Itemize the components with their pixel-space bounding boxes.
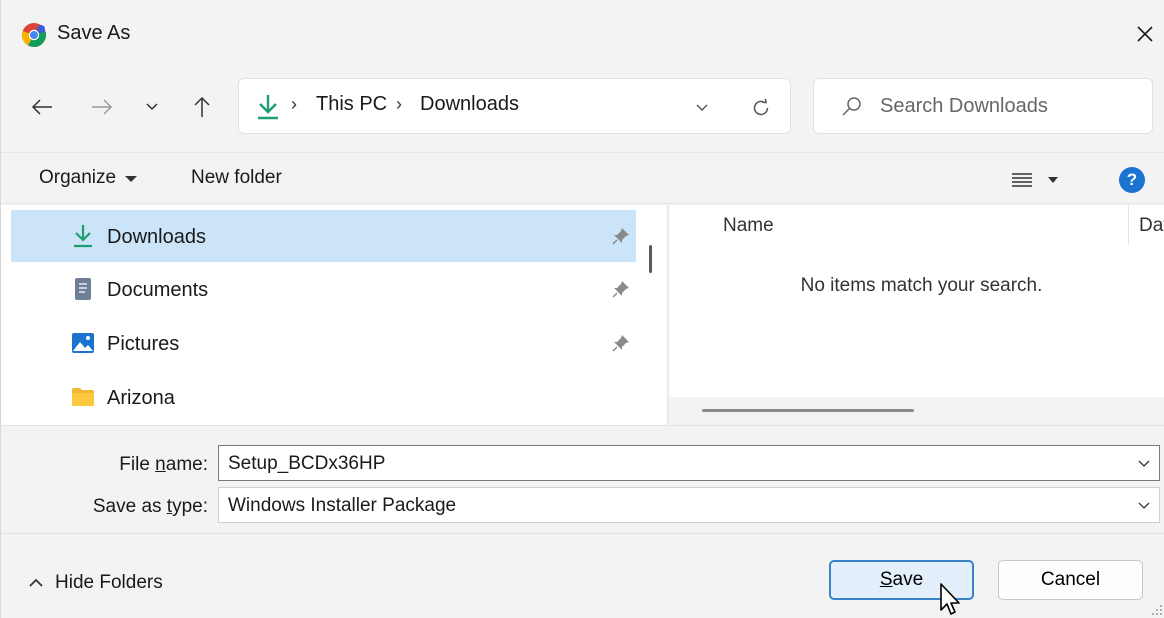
caret-down-icon [125,176,137,182]
pictures-icon [72,333,94,353]
breadcrumb-downloads[interactable]: Downloads [420,93,519,116]
window-title: Save As [57,22,131,44]
breadcrumb-this-pc[interactable]: This PC [316,93,387,116]
save-type-select[interactable]: Windows Installer Package [218,487,1160,523]
close-button[interactable] [1127,16,1163,52]
column-header-name[interactable]: Name [723,215,774,237]
title-bar: Save As [1,0,1164,68]
download-icon [74,225,92,248]
hide-folders-label: Hide Folders [55,572,163,593]
save-button[interactable]: Save [829,560,974,600]
address-bar[interactable]: › This PC › Downloads [238,78,791,134]
chevron-up-icon [29,578,43,587]
nav-item-documents[interactable]: Documents [11,263,636,315]
nav-item-label: Arizona [107,387,175,409]
dialog-footer: Hide Folders Save Cancel [1,533,1164,618]
empty-list-message: No items match your search. [800,275,1043,296]
nav-item-label: Downloads [107,226,206,248]
chrome-app-icon [21,23,46,47]
forward-button[interactable] [85,90,119,124]
save-type-value: Windows Installer Package [228,495,457,516]
organize-button[interactable]: Organize [39,167,116,189]
view-options-button[interactable] [1011,165,1075,195]
navigation-pane: Downloads Documents Pictures Arizona [1,205,666,425]
scrollbar-thumb[interactable] [702,409,914,412]
caret-down-icon [1048,177,1058,183]
chevron-down-icon [696,104,708,111]
refresh-button[interactable] [744,91,778,125]
address-history-dropdown[interactable] [687,93,717,123]
command-bar: Organize New folder ? [1,152,1164,204]
nav-item-arizona[interactable]: Arizona [11,371,636,423]
close-icon [1137,26,1153,42]
back-button[interactable] [25,90,59,124]
file-name-value[interactable]: Setup_BCDx36HP [228,453,385,475]
arrow-up-icon [194,96,210,117]
chevron-down-icon [146,103,158,111]
resize-grip-icon[interactable] [1151,604,1163,616]
download-icon [258,95,278,120]
pin-icon [612,335,629,352]
column-divider[interactable] [1128,205,1129,245]
up-button[interactable] [185,90,219,124]
search-input[interactable] [880,89,1140,123]
pin-icon [612,228,629,245]
breadcrumb-separator: › [396,94,402,114]
list-view-icon [1012,173,1032,187]
search-box[interactable] [813,78,1153,134]
file-name-combobox[interactable]: Setup_BCDx36HP [218,445,1160,481]
navigation-row: › This PC › Downloads [1,68,1164,152]
new-folder-button[interactable]: New folder [191,167,282,189]
nav-item-label: Pictures [107,333,180,355]
help-button[interactable]: ? [1119,167,1145,193]
save-type-label: Save as type: [92,496,208,517]
breadcrumb-separator: › [291,94,297,114]
horizontal-scrollbar[interactable] [669,397,1164,425]
recent-locations-button[interactable] [135,90,169,124]
file-name-label: File name: [119,454,208,475]
chevron-down-icon[interactable] [1135,496,1153,514]
file-list: Name Dat No items match your search. [668,205,1164,425]
refresh-icon [753,98,769,116]
chevron-down-icon[interactable] [1135,454,1153,472]
arrow-left-icon [31,99,52,115]
search-icon [842,97,861,116]
document-icon [75,278,91,300]
hide-folders-button[interactable]: Hide Folders [29,572,163,594]
arrow-right-icon [92,99,113,115]
save-as-dialog: Save As › This PC › Downloads Search Dow… [0,0,1164,618]
nav-pane-scrollbar[interactable] [649,245,652,273]
save-form: File name: Setup_BCDx36HP Save as type: … [1,425,1164,533]
folder-icon [72,388,94,406]
pin-icon [612,281,629,298]
nav-item-pictures[interactable]: Pictures [11,317,636,369]
nav-item-label: Documents [107,279,209,301]
cancel-button[interactable]: Cancel [998,560,1143,600]
column-header-date[interactable]: Dat [1139,215,1164,237]
nav-item-downloads[interactable]: Downloads [11,210,636,262]
